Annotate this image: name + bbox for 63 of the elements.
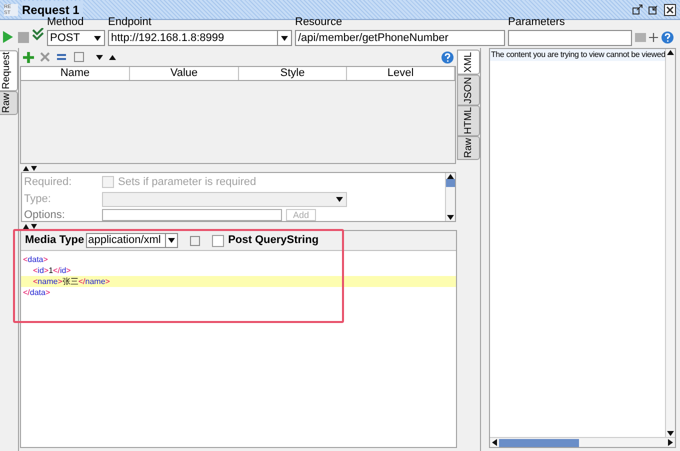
chevron-down-icon[interactable] <box>96 54 103 60</box>
field-label: Required: <box>24 174 73 190</box>
close-icon[interactable] <box>664 4 676 16</box>
scrollbar-thumb[interactable] <box>446 179 455 187</box>
scrollbar[interactable] <box>665 49 675 437</box>
help-icon[interactable] <box>661 31 674 44</box>
column-header[interactable]: Style <box>239 67 347 80</box>
options-field[interactable] <box>102 209 282 221</box>
scrollbar[interactable] <box>445 173 455 221</box>
scroll-up-icon[interactable] <box>667 50 674 55</box>
scroll-right-icon[interactable] <box>668 439 673 446</box>
field-label: Resource <box>295 14 344 30</box>
endpoint-dropdown[interactable]: http://192.168.1.8:8999 <box>108 30 292 46</box>
field-label: Type: <box>24 192 52 207</box>
response-message: The content you are trying to view cannot be viewed <box>490 49 665 61</box>
caret-icon[interactable] <box>168 238 176 243</box>
caret-icon[interactable] <box>336 196 343 202</box>
checkbox-label: Sets if parameter is required <box>118 174 256 190</box>
column-header[interactable]: Value <box>130 67 239 80</box>
column-header[interactable]: Name <box>21 67 130 80</box>
resource-field[interactable]: /api/member/getPhoneNumber <box>295 30 505 46</box>
code-line: <id>1</id> <box>32 265 72 276</box>
method-dropdown[interactable]: POST <box>47 30 105 46</box>
side-tab[interactable]: HTML <box>457 105 480 136</box>
plus-icon[interactable] <box>649 33 658 42</box>
xml-editor[interactable]: <data> <id>1</id> <name>张三</name> </data> <box>21 251 456 447</box>
scroll-down-icon[interactable] <box>447 215 454 220</box>
check-icon[interactable] <box>32 28 44 42</box>
side-tab[interactable]: Raw <box>457 136 480 160</box>
code-line: </data> <box>22 287 52 298</box>
field-label: Parameters <box>508 14 566 30</box>
caret-icon[interactable] <box>281 36 288 40</box>
scroll-left-icon[interactable] <box>492 439 497 446</box>
field-label: Media Type <box>25 233 84 248</box>
field-label: Options: <box>24 208 66 223</box>
window-icon[interactable] <box>190 236 200 246</box>
window-title: Request 1 <box>22 0 84 18</box>
window-icon[interactable] <box>74 52 84 62</box>
caret-icon[interactable] <box>94 36 101 40</box>
side-tab[interactable]: Raw <box>0 91 18 116</box>
restore-icon[interactable] <box>648 4 659 15</box>
splitter-arrows-icon[interactable] <box>23 166 37 170</box>
scrollbar-thumb[interactable] <box>499 438 579 446</box>
splitter-arrows-icon[interactable] <box>23 224 37 228</box>
side-tab[interactable]: Request <box>0 50 18 92</box>
media-type-dropdown[interactable]: application/xml <box>86 233 178 248</box>
side-tab[interactable]: JSON <box>457 74 480 106</box>
code-line: <data> <box>22 254 49 265</box>
horizontal-scrollbar[interactable] <box>490 437 675 447</box>
field-label: Method <box>47 16 85 30</box>
play-icon[interactable] <box>3 31 13 43</box>
undock-icon[interactable] <box>632 4 643 15</box>
checkbox-label: Post QueryString <box>228 233 319 248</box>
checkbox[interactable] <box>102 176 114 188</box>
chevron-up-icon[interactable] <box>109 54 116 60</box>
side-tab[interactable]: XML <box>457 50 480 75</box>
checkbox[interactable] <box>212 234 224 246</box>
help-icon[interactable] <box>441 50 454 64</box>
field-label: Endpoint <box>108 14 152 30</box>
parameters-field[interactable] <box>508 30 632 46</box>
delete-icon[interactable] <box>40 52 50 62</box>
plus-icon[interactable] <box>23 52 34 62</box>
column-header[interactable]: Level <box>347 67 455 80</box>
